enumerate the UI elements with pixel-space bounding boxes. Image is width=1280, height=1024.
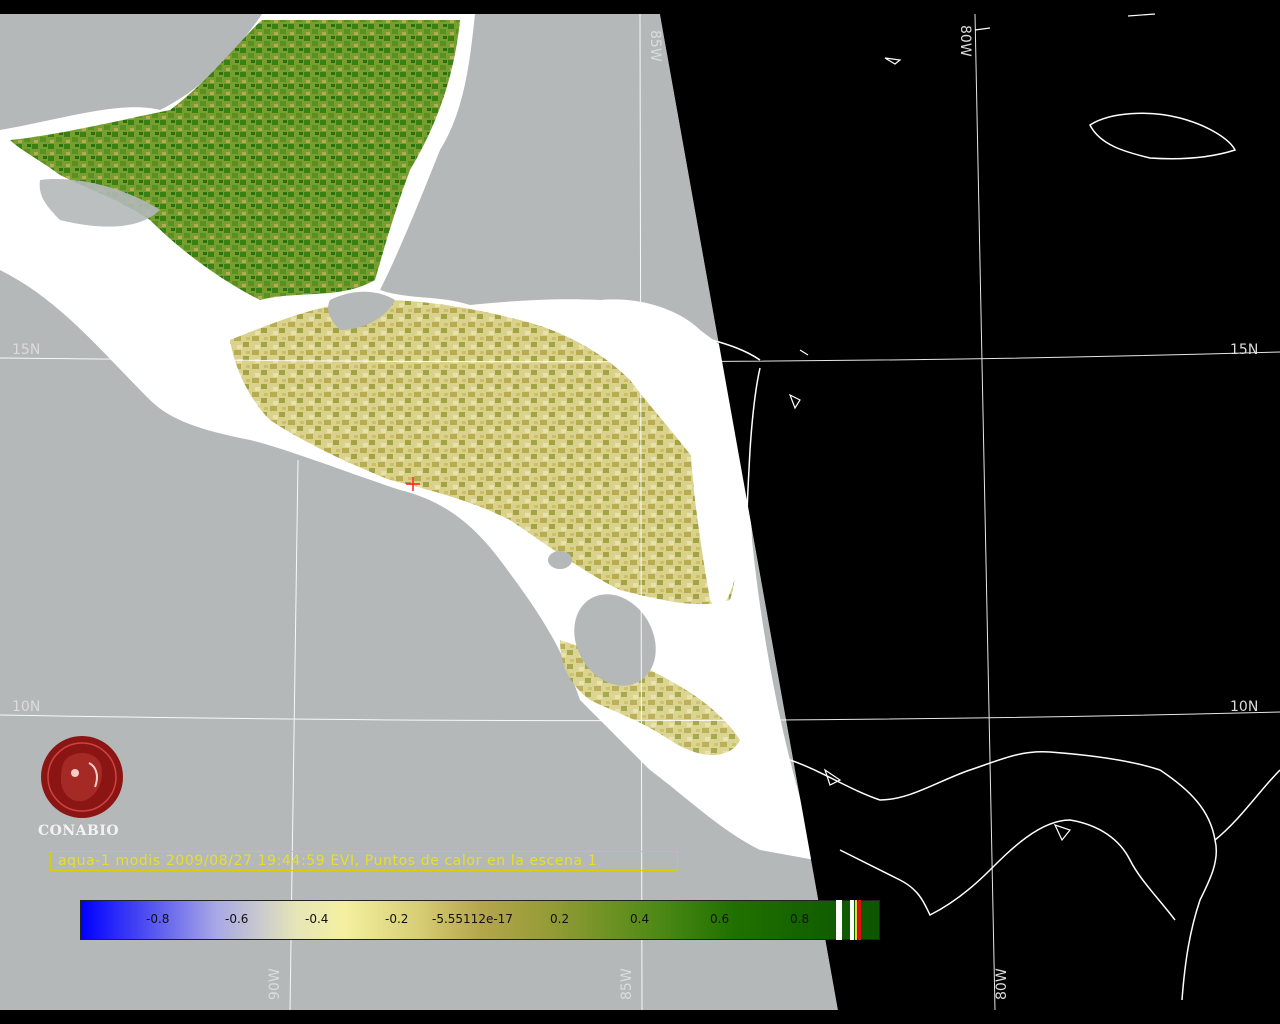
lon-label-80w-bottom: 80W — [994, 968, 1010, 1000]
top-border — [0, 0, 660, 14]
lon-label-80w-top: 80W — [957, 25, 973, 57]
lon-label-85w-top: 85W — [647, 30, 663, 62]
colorbar-tick: 0.6 — [710, 912, 730, 926]
colorbar-tick: -0.2 — [385, 912, 409, 926]
colorbar-tick: -0.6 — [225, 912, 249, 926]
lat-label-10n-left: 10N — [12, 699, 41, 715]
lon-label-90w-bottom: 90W — [267, 968, 283, 1000]
colorbar-red-mark — [858, 900, 861, 940]
lake-managua — [548, 551, 572, 569]
colorbar-tick: -0.8 — [146, 912, 170, 926]
lat-label-10n-right: 10N — [1230, 699, 1259, 715]
colorbar-tick: -5.55112e-17 — [432, 912, 513, 926]
lat-label-15n-left: 15N — [12, 342, 41, 358]
caption-text: aqua-1 modis 2009/08/27 19:44:59 EVI, Pu… — [58, 853, 598, 869]
bottom-border — [0, 1010, 838, 1024]
colorbar-tick: 0.4 — [630, 912, 650, 926]
colorbar-yellow-mark — [855, 900, 857, 940]
lat-label-15n-right: 15N — [1230, 342, 1259, 358]
logo-text: CONABIO — [38, 823, 120, 839]
colorbar-white-mark-2 — [850, 900, 854, 940]
colorbar-white-mark — [836, 900, 842, 940]
colorbar-tick: -0.4 — [305, 912, 329, 926]
lon-label-85w-bottom: 85W — [619, 968, 635, 1000]
colorbar-tick: 0.2 — [550, 912, 570, 926]
colorbar-tick: 0.8 — [790, 912, 810, 926]
